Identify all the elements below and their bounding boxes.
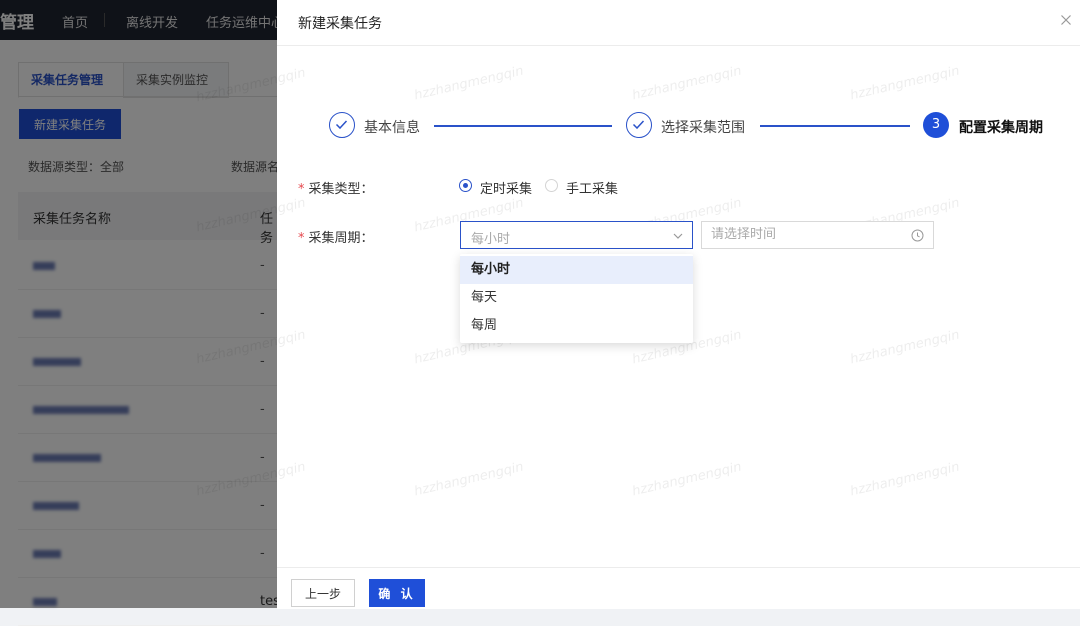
time-picker[interactable] <box>701 221 934 249</box>
step-config-cycle: 配置采集周期 <box>959 120 1043 136</box>
step-connector <box>434 125 612 127</box>
collect-type-label: * 采集类型： <box>298 182 374 197</box>
check-icon <box>329 112 355 138</box>
watermark: hzzhangmengqin <box>848 459 962 500</box>
close-icon[interactable] <box>1058 12 1074 28</box>
drawer-footer: 上一步 确 认 <box>277 567 1080 609</box>
drawer-title: 新建采集任务 <box>298 16 382 32</box>
watermark: hzzhangmengqin <box>412 63 526 104</box>
step-number-badge: 3 <box>923 112 949 138</box>
option-hourly[interactable]: 每小时 <box>460 256 693 284</box>
step-select-scope: 选择采集范围 <box>661 120 745 136</box>
cycle-select[interactable]: 每小时 <box>460 221 693 249</box>
clock-icon <box>911 229 924 242</box>
steps-indicator: 基本信息 选择采集范围 3 配置采集周期 <box>329 112 1049 142</box>
watermark: hzzhangmengqin <box>848 327 962 368</box>
prev-step-button[interactable]: 上一步 <box>291 579 355 607</box>
watermark: hzzhangmengqin <box>630 459 744 500</box>
step-basic-info: 基本信息 <box>364 120 420 136</box>
check-icon <box>626 112 652 138</box>
chevron-down-icon <box>673 233 683 239</box>
cycle-dropdown: 每小时 每天 每周 <box>460 254 693 343</box>
step-connector <box>760 125 910 127</box>
drawer-header: 新建采集任务 <box>277 0 1080 46</box>
collect-cycle-label: * 采集周期： <box>298 231 374 246</box>
watermark: hzzhangmengqin <box>630 63 744 104</box>
option-weekly[interactable]: 每周 <box>460 312 693 340</box>
confirm-button[interactable]: 确 认 <box>369 579 425 607</box>
option-daily[interactable]: 每天 <box>460 284 693 312</box>
watermark: hzzhangmengqin <box>412 459 526 500</box>
time-input[interactable] <box>711 227 901 242</box>
cycle-select-value: 每小时 <box>471 232 511 247</box>
watermark: hzzhangmengqin <box>848 63 962 104</box>
new-task-drawer: hzzhangmengqin hzzhangmengqin hzzhangmen… <box>195 0 1080 609</box>
